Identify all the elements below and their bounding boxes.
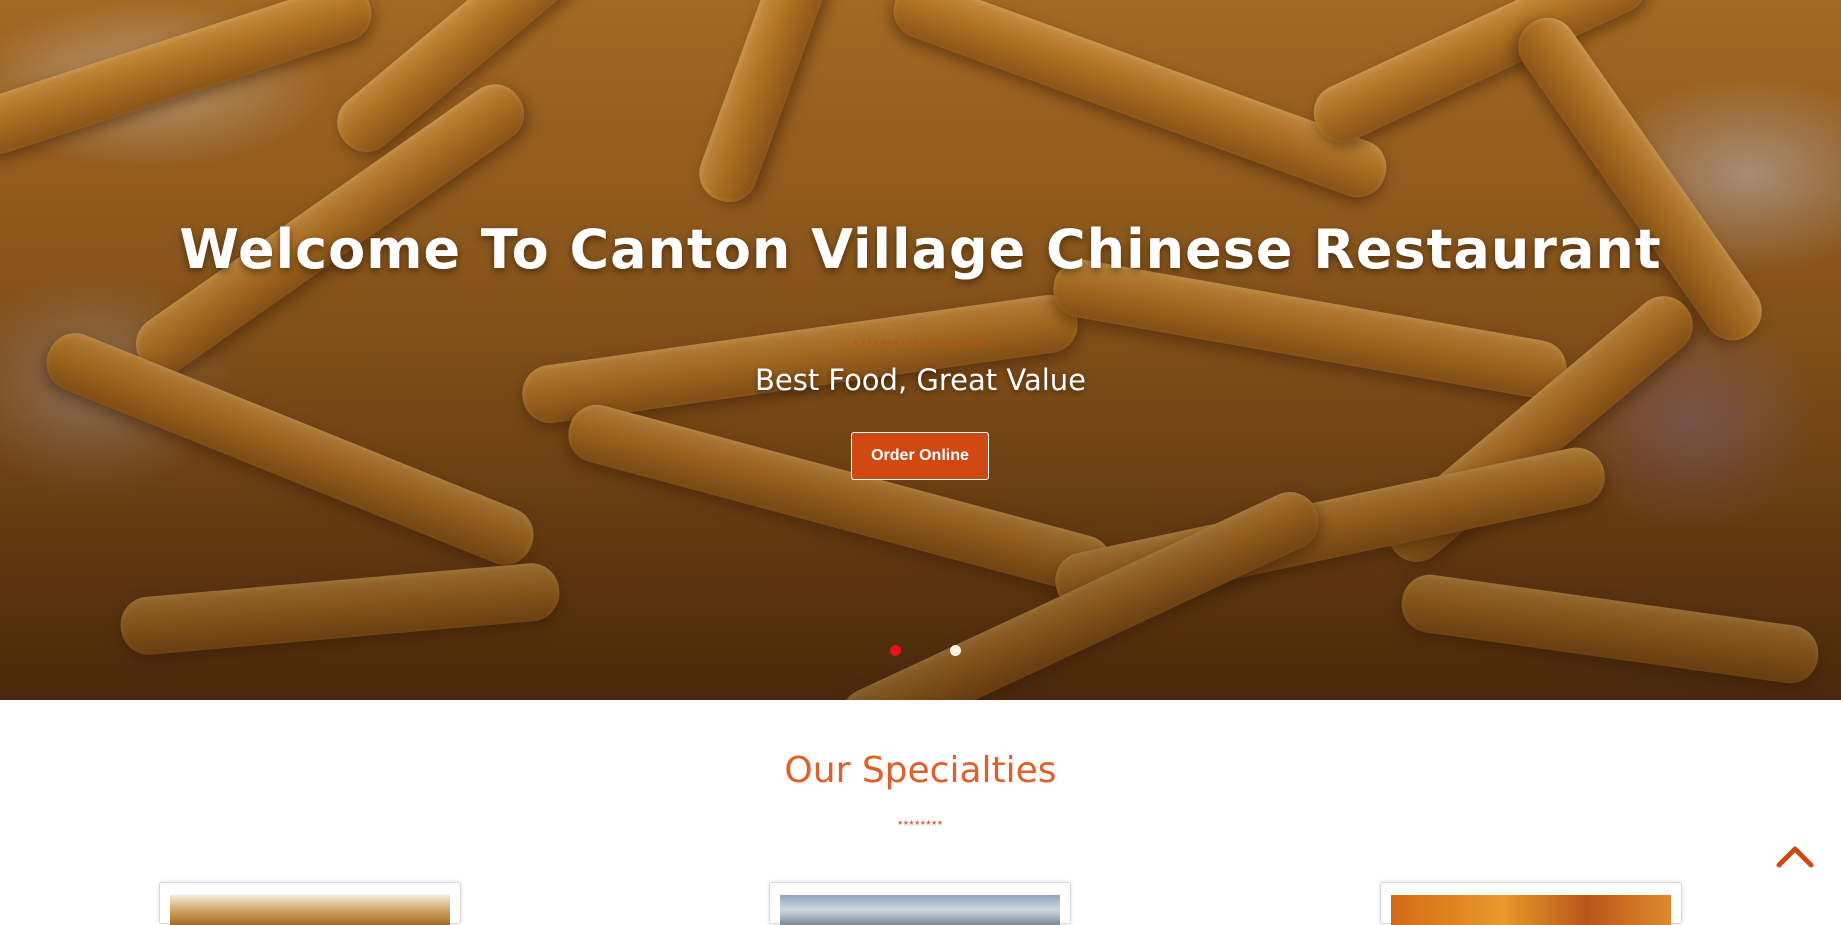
specialties-title: Our Specialties [784,750,1057,791]
specialty-card-image [170,895,450,925]
carousel-dot-1[interactable] [890,645,901,656]
hero-banner: Welcome To Canton Village Chinese Restau… [0,0,1841,700]
hero-divider: ******************** [853,338,988,352]
specialties-divider: ******** [897,818,944,832]
hero-title: Welcome To Canton Village Chinese Restau… [179,218,1662,281]
order-online-button[interactable]: Order Online [851,432,989,480]
specialty-card[interactable] [1380,882,1682,925]
scroll-to-top-button[interactable] [1775,843,1815,869]
specialty-card-image [1391,895,1671,925]
specialty-card[interactable] [769,882,1071,925]
specialty-card[interactable] [159,882,461,925]
specialty-card-image [780,895,1060,925]
hero-tagline: Best Food, Great Value [754,363,1086,397]
carousel-dot-2[interactable] [950,645,961,656]
chevron-up-icon [1776,846,1814,868]
hero-content: Welcome To Canton Village Chinese Restau… [0,0,1841,700]
